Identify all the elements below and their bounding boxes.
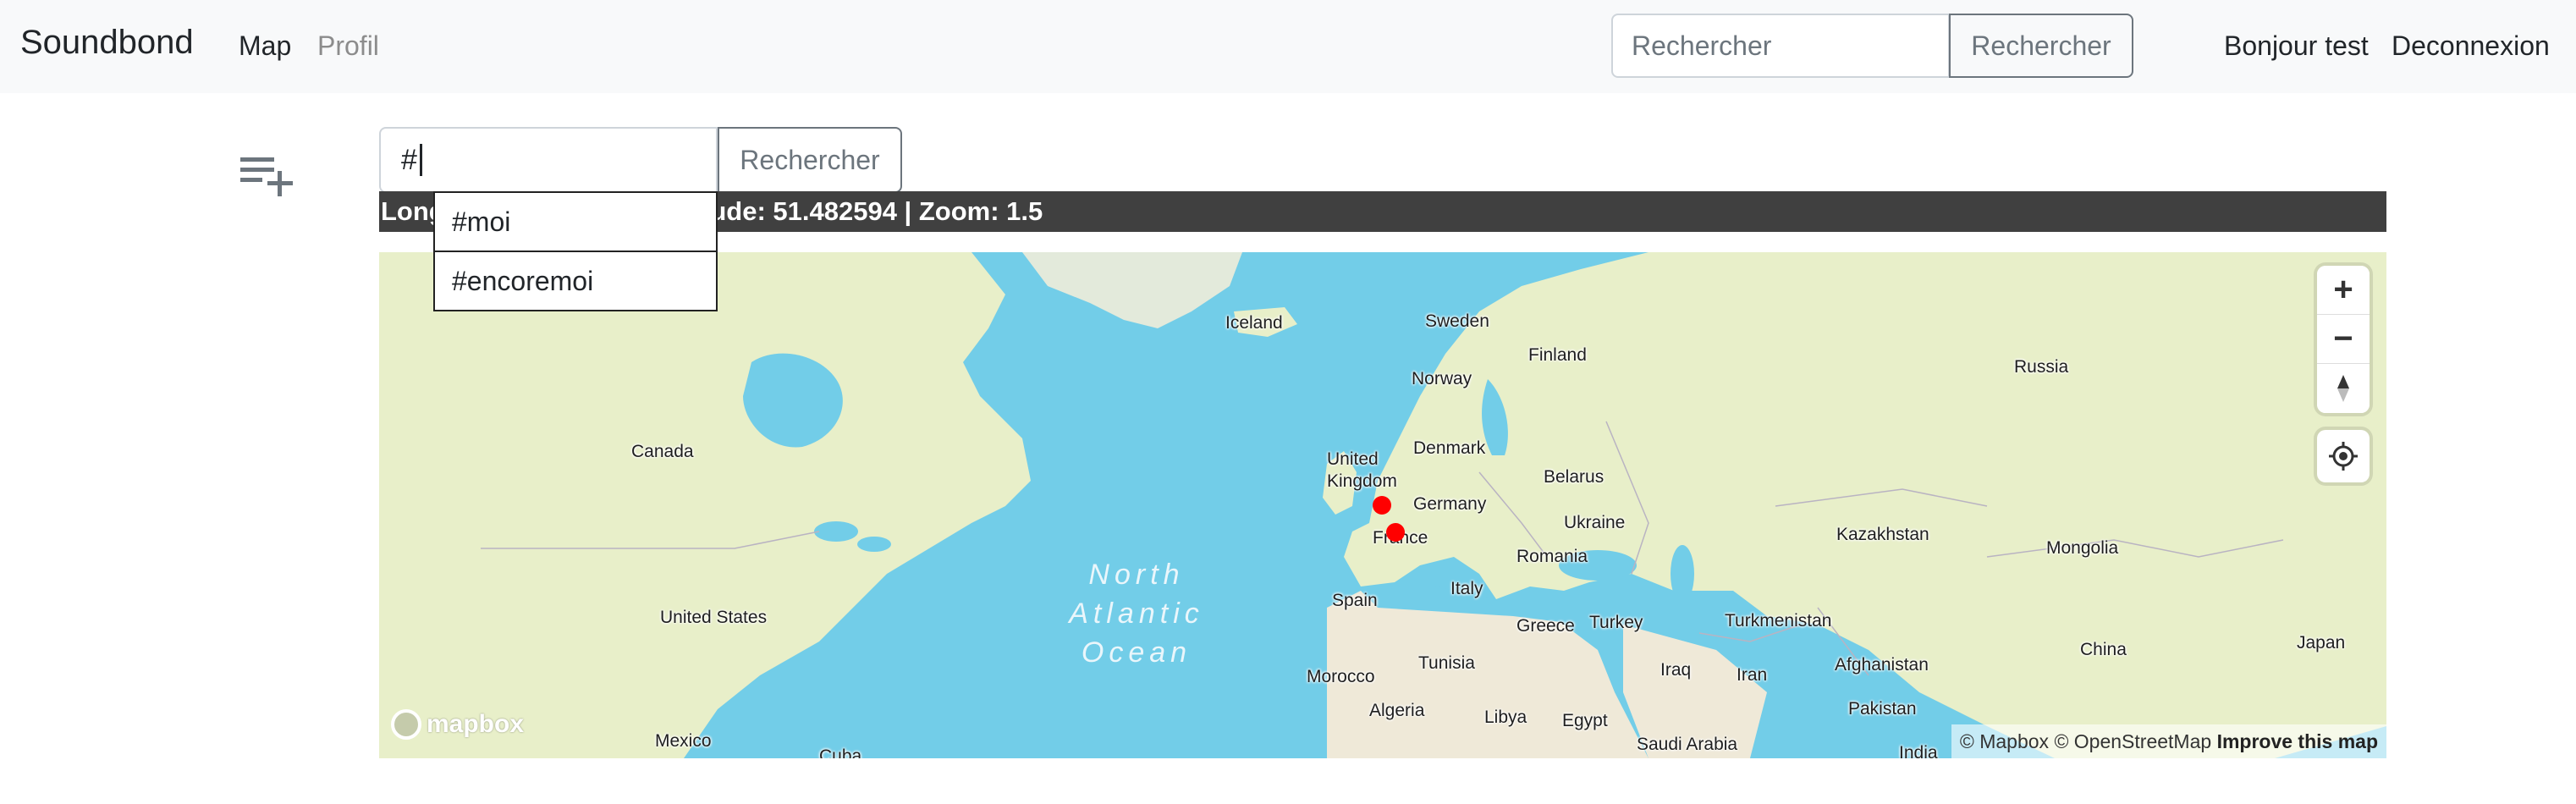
text-caret <box>420 144 422 176</box>
map-label-libya: Libya <box>1484 708 1527 727</box>
map-marker[interactable] <box>1373 496 1391 515</box>
mapbox-logo-icon <box>391 709 421 740</box>
map-label-germany: Germany <box>1413 494 1487 514</box>
map-label-saudi-arabia: Saudi Arabia <box>1637 735 1738 754</box>
map-label-spain: Spain <box>1332 591 1378 610</box>
playlist-add-icon[interactable] <box>237 151 298 198</box>
brand-logo[interactable]: Soundbond <box>20 24 194 62</box>
map-label-china: China <box>2080 640 2127 659</box>
autocomplete-item[interactable]: #encoremoi <box>433 251 718 311</box>
attribution-mapbox[interactable]: © Mapbox <box>1960 730 2049 752</box>
map-navigation-control: + − <box>2317 266 2370 413</box>
map-label-sweden: Sweden <box>1425 311 1489 331</box>
map-label-canada: Canada <box>631 442 694 461</box>
improve-map-link[interactable]: Improve this map <box>2217 730 2378 752</box>
map-label-belarus: Belarus <box>1544 467 1604 487</box>
navbar-search-input[interactable] <box>1611 14 1950 78</box>
hashtag-search-button[interactable]: Rechercher <box>718 127 902 193</box>
map-label-ukraine: Ukraine <box>1564 513 1626 532</box>
map-label-mexico: Mexico <box>655 731 712 751</box>
mapbox-logo-text: mapbox <box>427 710 525 738</box>
mapbox-logo[interactable]: mapbox <box>391 709 524 740</box>
map-label-afghanistan: Afghanistan <box>1835 655 1929 675</box>
map-label-denmark: Denmark <box>1413 438 1486 458</box>
zoom-out-button[interactable]: − <box>2317 315 2370 364</box>
map-attribution: © Mapbox © OpenStreetMap Improve this ma… <box>1951 724 2386 758</box>
map-label-cuba: Cuba <box>819 746 862 758</box>
map-label-iraq: Iraq <box>1660 660 1692 680</box>
navbar-search-button[interactable]: Rechercher <box>1949 14 2133 78</box>
nav-link-profil[interactable]: Profil <box>317 30 379 62</box>
map-label-algeria: Algeria <box>1369 701 1425 720</box>
map-label-greece: Greece <box>1516 616 1575 636</box>
map-label-iran: Iran <box>1737 665 1768 685</box>
nav-link-map[interactable]: Map <box>239 30 291 62</box>
map-label-pakistan: Pakistan <box>1848 699 1917 719</box>
map-label-iceland: Iceland <box>1225 313 1283 333</box>
zoom-in-button[interactable]: + <box>2317 266 2370 315</box>
map-label-egypt: Egypt <box>1562 711 1608 730</box>
map-label-mongolia: Mongolia <box>2046 538 2119 558</box>
attribution-osm[interactable]: © OpenStreetMap <box>2054 730 2211 752</box>
map-label-japan: Japan <box>2297 633 2346 653</box>
user-greeting: Bonjour test <box>2224 30 2369 61</box>
navbar: Soundbond Map Profil Rechercher Bonjour … <box>0 0 2576 93</box>
map-label-turkey: Turkey <box>1589 613 1643 632</box>
map-label-ocean: North Atlantic Ocean <box>1069 559 1204 669</box>
geolocate-icon[interactable] <box>2317 430 2370 482</box>
map-label-kazakhstan: Kazakhstan <box>1836 525 1929 544</box>
map-label-russia: Russia <box>2014 357 2069 377</box>
map-canvas[interactable]: Iceland Sweden Finland Norway Russia Can… <box>379 252 2386 758</box>
autocomplete-item[interactable]: #moi <box>433 191 718 252</box>
hashtag-search-input[interactable] <box>379 127 718 193</box>
map-label-united-states: United States <box>660 608 768 627</box>
map-marker[interactable] <box>1386 523 1405 542</box>
map-label-morocco: Morocco <box>1307 667 1375 686</box>
map-label-tunisia: Tunisia <box>1418 653 1475 673</box>
map-label-india: India <box>1899 743 1938 758</box>
map-label-turkmenistan: Turkmenistan <box>1725 611 1832 631</box>
autocomplete-dropdown: #moi #encoremoi <box>433 191 718 311</box>
map-label-united-kingdom: United Kingdom <box>1327 449 1397 491</box>
map-label-italy: Italy <box>1450 579 1483 598</box>
map-label-finland: Finland <box>1528 345 1587 365</box>
compass-icon[interactable] <box>2317 364 2370 413</box>
map-label-romania: Romania <box>1516 547 1588 566</box>
logout-link[interactable]: Deconnexion <box>2392 30 2550 62</box>
map-label-norway: Norway <box>1412 369 1472 388</box>
